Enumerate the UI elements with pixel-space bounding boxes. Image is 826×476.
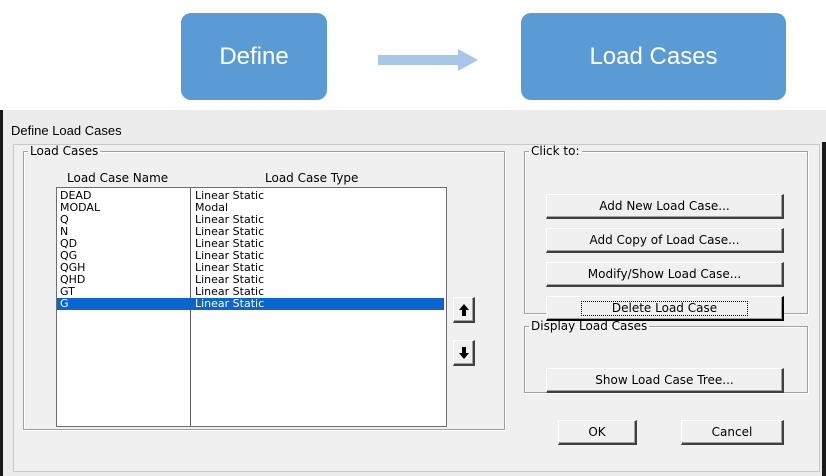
display-load-cases-group-label: Display Load Cases	[531, 319, 648, 333]
define-step-box: Define	[181, 13, 327, 100]
add-new-load-case-button[interactable]: Add New Load Case...	[546, 194, 784, 219]
define-load-cases-dialog: Define Load Cases Load Cases Load Case N…	[0, 110, 826, 476]
load-case-row[interactable]: DEAD Linear Static	[57, 190, 444, 202]
load-cases-group-label: Load Cases	[30, 144, 99, 158]
load-cases-step-label: Load Cases	[589, 42, 718, 70]
column-header-type: Load Case Type	[265, 171, 359, 185]
click-to-group-label: Click to:	[531, 144, 580, 158]
load-case-name: G	[60, 297, 69, 310]
dialog-right-border	[822, 142, 826, 476]
delete-load-case-button[interactable]: Delete Load Case	[546, 296, 784, 321]
load-case-row[interactable]: G Linear Static	[57, 298, 444, 310]
load-case-type: Linear Static	[195, 297, 265, 310]
cancel-button[interactable]: Cancel	[681, 420, 784, 445]
show-load-case-tree-button[interactable]: Show Load Case Tree...	[546, 368, 784, 393]
column-header-name: Load Case Name	[67, 171, 169, 185]
delete-load-case-label: Delete Load Case	[580, 300, 749, 316]
dialog-left-border	[0, 110, 3, 476]
dialog-client-area: Load Cases Load Case Name Load Case Type…	[13, 144, 820, 472]
ok-button[interactable]: OK	[558, 420, 637, 445]
right-arrow-icon	[378, 49, 478, 71]
define-step-label: Define	[219, 42, 289, 70]
dialog-title: Define Load Cases	[11, 123, 122, 138]
add-copy-load-case-button[interactable]: Add Copy of Load Case...	[546, 228, 784, 253]
load-cases-list[interactable]: DEAD Linear Static MODAL Modal Q Linear Stati…	[56, 187, 447, 427]
load-cases-step-box: Load Cases	[521, 13, 786, 100]
arrow-up-icon	[458, 303, 469, 316]
modify-show-load-case-button[interactable]: Modify/Show Load Case...	[546, 262, 784, 287]
move-up-button[interactable]	[453, 297, 475, 323]
arrow-down-icon	[458, 346, 469, 359]
move-down-button[interactable]	[453, 340, 475, 366]
